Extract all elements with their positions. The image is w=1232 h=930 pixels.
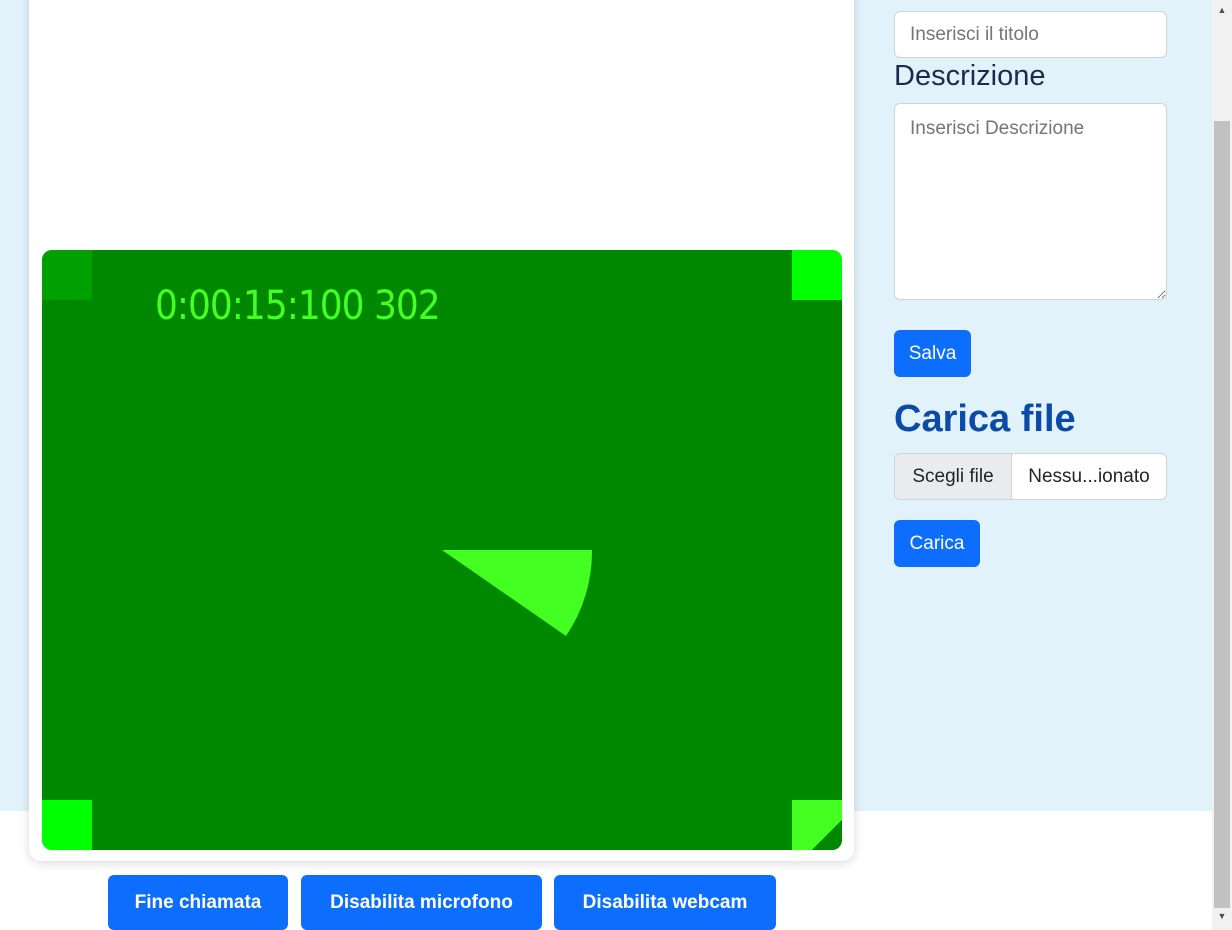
description-label: Descrizione: [894, 60, 1046, 92]
video-sweep-sector: [442, 550, 593, 636]
end-call-button[interactable]: Fine chiamata: [108, 875, 288, 930]
scroll-up-arrow-icon[interactable]: ▲: [1212, 2, 1232, 18]
vertical-scrollbar[interactable]: ▲ ▼: [1212, 0, 1232, 930]
disable-webcam-button[interactable]: Disabilita webcam: [554, 875, 776, 930]
upload-button[interactable]: Carica: [894, 520, 980, 567]
file-name-label: Nessu...ionato: [1028, 465, 1150, 487]
scrollbar-thumb[interactable]: [1214, 121, 1230, 908]
choose-file-button[interactable]: Scegli file: [895, 454, 1012, 499]
file-input[interactable]: Scegli file Nessu...ionato: [894, 453, 1167, 500]
upload-heading: Carica file: [894, 398, 1076, 440]
remote-video: 0:00:15:100 302: [42, 250, 842, 850]
description-textarea[interactable]: [894, 103, 1167, 300]
title-input[interactable]: [894, 11, 1167, 58]
save-button[interactable]: Salva: [894, 330, 971, 377]
scroll-down-arrow-icon[interactable]: ▼: [1212, 908, 1232, 924]
disable-microphone-button[interactable]: Disabilita microfono: [301, 875, 542, 930]
